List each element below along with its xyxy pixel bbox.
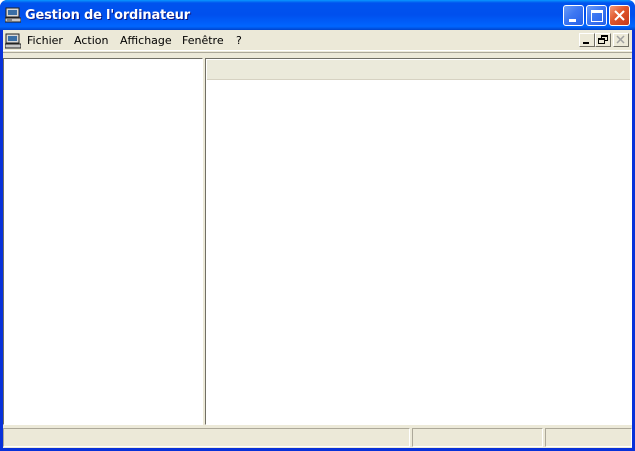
menu-action[interactable]: Action [74,34,108,47]
menu-affichage[interactable]: Affichage [120,34,172,47]
window-title: Gestion de l'ordinateur [25,8,190,23]
status-bar [3,426,632,448]
client-area: Fichier Action Affichage Fenêtre ? [3,30,632,448]
menu-fichier[interactable]: Fichier [27,34,63,47]
mdi-restore-button[interactable] [595,33,611,47]
maximize-button[interactable] [586,5,607,26]
console-tree-pane[interactable] [3,58,203,425]
main-window: Gestion de l'ordinateur Fichier Action A… [0,0,635,451]
close-icon [614,10,625,21]
minimize-icon [569,19,576,22]
mdi-close-icon [616,35,625,44]
details-header [207,60,630,80]
minimize-button[interactable] [563,5,584,26]
computer-management-icon [5,7,21,23]
menu-bar: Fichier Action Affichage Fenêtre ? [3,30,632,51]
close-button[interactable] [609,5,630,26]
mdi-close-button[interactable] [613,33,629,47]
maximize-icon [591,10,603,22]
title-bar[interactable]: Gestion de l'ordinateur [0,0,635,30]
menu-fenetre[interactable]: Fenêtre [182,34,224,47]
console-icon[interactable] [5,33,21,49]
status-cell-main [3,428,410,447]
details-pane[interactable] [205,58,632,425]
status-cell-secondary [412,428,543,447]
mdi-minimize-icon [583,42,589,44]
mdi-restore-icon [598,35,608,44]
menu-help[interactable]: ? [236,34,242,47]
status-cell-tertiary [545,428,632,447]
mdi-minimize-button[interactable] [579,33,595,47]
